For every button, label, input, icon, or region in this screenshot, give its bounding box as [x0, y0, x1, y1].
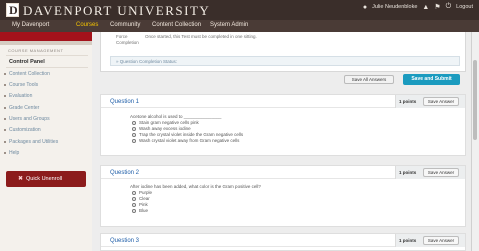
sidebar-item-help[interactable]: Help — [9, 150, 19, 156]
save-all-answers-button[interactable]: Save All Answers — [344, 75, 394, 84]
sidebar-item-course-tools[interactable]: Course Tools — [9, 82, 38, 88]
main-nav: My Davenport Courses Community Content C… — [0, 20, 479, 32]
sidebar-item-grade-center[interactable]: Grade Center — [9, 105, 39, 111]
sidebar-item-control-panel[interactable]: Control Panel — [9, 59, 45, 65]
power-icon[interactable]: ⏻ — [446, 3, 452, 11]
answer-option[interactable]: Trap the crystal violet inside the Gram … — [132, 132, 243, 137]
question-points-panel: 1 points Save Answer — [395, 166, 465, 179]
points-label: 1 points — [399, 170, 417, 175]
tab-my-davenport[interactable]: My Davenport — [12, 22, 49, 28]
logo-letter: D — [9, 3, 18, 17]
option-label: Stain gram negative cells pink — [139, 120, 199, 125]
radio-button[interactable] — [132, 138, 136, 143]
sidebar-line — [6, 67, 88, 68]
user-icon: ● — [362, 3, 368, 11]
user-name[interactable]: Julie Neudenbloke — [372, 4, 417, 10]
brand-name: DAVENPORT UNIVERSITY — [23, 3, 211, 18]
save-and-submit-button[interactable]: Save and Submit — [403, 74, 460, 85]
save-answer-button[interactable]: Save Answer — [423, 236, 459, 245]
answer-option[interactable]: Purple — [132, 190, 152, 195]
user-area: ● Julie Neudenbloke ▲ ⚑ ⏻ Logout — [363, 3, 473, 11]
option-label: Trap the crystal violet inside the Gram … — [139, 132, 244, 137]
course-menu-strip — [0, 32, 92, 41]
scrollbar-thumb[interactable] — [473, 60, 477, 140]
sidebar-line — [6, 55, 88, 56]
tab-community[interactable]: Community — [110, 22, 140, 28]
save-answer-button[interactable]: Save Answer — [423, 168, 459, 177]
option-label: Blue — [139, 208, 149, 213]
bullet-icon — [4, 107, 6, 109]
radio-button[interactable] — [132, 208, 136, 213]
bullet-icon — [4, 129, 6, 131]
bullet-icon — [4, 73, 6, 75]
question-header: Question 1 1 points Save Answer — [101, 95, 465, 108]
tab-content-collection[interactable]: Content Collection — [152, 22, 201, 28]
question-completion-status[interactable]: » Question Completion Status: — [110, 56, 460, 66]
answer-option[interactable]: Stain gram negative cells pink — [132, 120, 199, 125]
university-logo[interactable]: D — [6, 3, 19, 17]
option-label: Purple — [139, 190, 153, 195]
tab-system-admin[interactable]: System Admin — [210, 22, 248, 28]
top-header: D DAVENPORT UNIVERSITY ● Julie Neudenblo… — [0, 0, 479, 20]
option-label: Clear — [139, 196, 150, 201]
tab-courses[interactable]: Courses — [76, 22, 98, 28]
question-card-3: Question 3 1 points Save Answer — [100, 233, 466, 251]
bullet-icon — [4, 141, 6, 143]
option-label: Wash crystal violet away from Gram negat… — [139, 138, 240, 143]
sidebar-item-content-collection[interactable]: Content Collection — [9, 71, 50, 77]
force-completion-label: Force Completion — [116, 34, 139, 45]
force-completion-text: Once started, this Test must be complete… — [145, 34, 257, 39]
question-points-panel: 1 points Save Answer — [395, 234, 465, 247]
radio-button[interactable] — [132, 126, 136, 131]
close-icon: ✖ — [18, 176, 24, 182]
bullet-icon — [4, 152, 6, 154]
sidebar-divider — [0, 41, 92, 45]
save-answer-button[interactable]: Save Answer — [423, 97, 459, 106]
points-label: 1 points — [399, 99, 417, 104]
question-header: Question 3 1 points Save Answer — [101, 234, 465, 247]
question-title: Question 3 — [110, 238, 140, 244]
radio-button[interactable] — [132, 202, 136, 207]
answer-option[interactable]: Wash crystal violet away from Gram negat… — [132, 138, 239, 143]
answer-option[interactable]: Clear — [132, 196, 150, 201]
quick-unenroll-label: Quick Unenroll — [26, 176, 63, 182]
question-points-panel: 1 points Save Answer — [395, 95, 465, 108]
question-title: Question 1 — [110, 99, 140, 105]
radio-button[interactable] — [132, 196, 136, 201]
answer-option[interactable]: Pink — [132, 202, 148, 207]
question-header: Question 2 1 points Save Answer — [101, 166, 465, 179]
question-prompt: Acetone alcohol is used to _____________… — [130, 114, 222, 119]
points-label: 1 points — [399, 238, 417, 243]
completion-status-label: » Question Completion Status: — [116, 59, 178, 64]
person-icon[interactable]: ▲ — [422, 4, 429, 11]
bullet-icon — [4, 118, 6, 120]
sidebar-item-customization[interactable]: Customization — [9, 127, 41, 133]
option-label: Pink — [139, 202, 148, 207]
bullet-icon — [4, 84, 6, 86]
answer-option[interactable]: Blue — [132, 208, 148, 213]
radio-button[interactable] — [132, 190, 136, 195]
sidebar-item-packages-and-utilities[interactable]: Packages and Utilities — [9, 139, 58, 145]
question-title: Question 2 — [110, 170, 140, 176]
flag-icon[interactable]: ⚑ — [434, 3, 440, 11]
sidebar-item-users-and-groups[interactable]: Users and Groups — [9, 116, 50, 122]
sidebar-item-evaluation[interactable]: Evaluation — [9, 93, 32, 99]
sidebar-section-title: COURSE MANAGEMENT — [8, 48, 64, 53]
radio-button[interactable] — [132, 120, 136, 125]
bullet-icon — [4, 95, 6, 97]
quick-unenroll-button[interactable]: ✖ Quick Unenroll — [6, 171, 86, 187]
option-label: Wash away excess iodine — [139, 126, 191, 131]
radio-button[interactable] — [132, 132, 136, 137]
course-sidebar: COURSE MANAGEMENT Control Panel Content … — [0, 32, 92, 251]
question-card-1: Question 1 1 points Save Answer — [100, 94, 466, 156]
question-card-2: Question 2 1 points Save Answer — [100, 165, 466, 227]
answer-option[interactable]: Wash away excess iodine — [132, 126, 191, 131]
question-prompt: After iodine has been added, what color … — [130, 184, 261, 189]
logout-link[interactable]: Logout — [456, 4, 473, 10]
